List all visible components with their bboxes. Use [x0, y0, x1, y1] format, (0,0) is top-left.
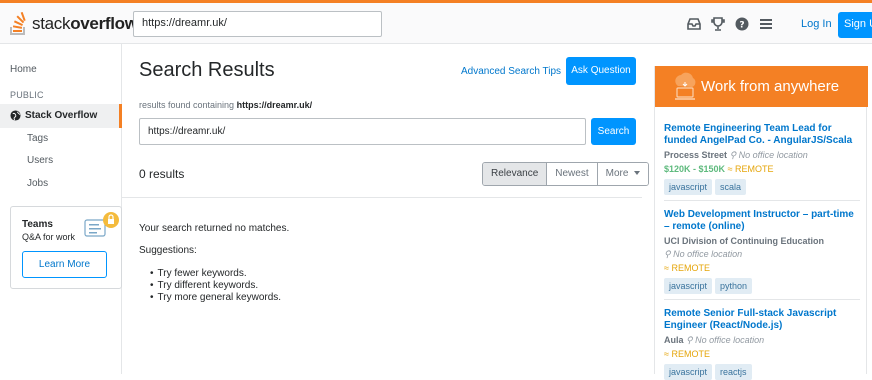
no-match-message: Your search returned no matches.	[139, 223, 290, 234]
teams-illustration-icon	[84, 212, 119, 237]
job-listing[interactable]: Web Development Instructor – part-time –…	[664, 209, 860, 294]
jobs-header-title: Work from anywhere	[701, 78, 840, 95]
sidebar-section-public: PUBLIC	[10, 90, 44, 100]
help-icon[interactable]: ?	[731, 15, 753, 33]
job-company: Aula ⚲ No office location	[664, 335, 765, 345]
job-meta: $120K - $150K ≈ REMOTE	[664, 164, 774, 174]
list-item: Try more general keywords.	[150, 292, 282, 304]
stack-overflow-logo-icon	[10, 12, 26, 35]
sidebar-item-tags[interactable]: Tags	[27, 133, 48, 144]
location-pin-icon: ⚲	[664, 249, 671, 259]
tag-javascript[interactable]: javascript	[664, 278, 713, 294]
remote-wifi-icon: ≈	[664, 349, 669, 359]
sidebar-item-jobs[interactable]: Jobs	[27, 178, 48, 189]
job-title[interactable]: Remote Engineering Team Lead for funded …	[664, 123, 860, 147]
job-tags: javascript python	[664, 278, 860, 294]
login-button[interactable]: Log In	[795, 14, 838, 36]
page-title: Search Results	[139, 59, 275, 81]
globe-icon	[10, 110, 21, 121]
tag-python[interactable]: python	[715, 278, 753, 294]
left-sidebar: Home PUBLIC Stack Overflow Tags Users Jo…	[0, 44, 122, 374]
job-meta: ≈ REMOTE	[664, 263, 710, 273]
job-tags: javascript reactjs	[664, 364, 860, 380]
ask-question-button[interactable]: Ask Question	[566, 57, 636, 85]
job-salary: $120K - $150K	[664, 164, 726, 174]
result-count: 0 results	[139, 167, 185, 181]
tab-more[interactable]: More	[596, 163, 649, 185]
teams-subtitle: Q&A for work	[22, 232, 76, 242]
search-button[interactable]: Search	[591, 118, 636, 145]
job-title[interactable]: Web Development Instructor – part-time –…	[664, 209, 860, 233]
job-company: Process Street ⚲ No office location	[664, 150, 808, 160]
logo-wordmark: stackoverflow	[32, 14, 138, 33]
location-pin-icon: ⚲	[729, 150, 737, 160]
inbox-icon[interactable]	[683, 15, 705, 33]
job-location: ⚲ No office location	[664, 249, 743, 259]
sidebar-item-stack-overflow[interactable]: Stack Overflow	[0, 104, 122, 128]
remote-work-icon	[675, 72, 696, 100]
suggestions-label: Suggestions:	[139, 245, 197, 256]
teams-title: Teams	[22, 219, 53, 230]
tag-reactjs[interactable]: reactjs	[715, 364, 752, 380]
search-input[interactable]: https://dreamr.uk/	[139, 118, 586, 145]
job-listing[interactable]: Remote Engineering Team Lead for funded …	[664, 123, 860, 195]
site-logo[interactable]: stackoverflow	[8, 10, 138, 38]
advanced-search-tips-link[interactable]: Advanced Search Tips	[461, 66, 561, 77]
sidebar-item-users[interactable]: Users	[27, 155, 53, 166]
job-listing[interactable]: Remote Senior Full-stack Javascript Engi…	[664, 308, 860, 380]
sidebar-item-label: Stack Overflow	[25, 110, 98, 121]
job-meta: ≈ REMOTE	[664, 349, 710, 359]
site-switcher-icon[interactable]	[755, 15, 777, 33]
location-pin-icon: ⚲	[686, 335, 693, 345]
tab-relevance[interactable]: Relevance	[483, 163, 547, 185]
sort-tabs: Relevance Newest More	[482, 162, 650, 186]
learn-more-button[interactable]: Learn More	[22, 251, 107, 278]
tab-newest[interactable]: Newest	[546, 163, 597, 185]
job-divider	[664, 299, 860, 300]
tag-javascript[interactable]: javascript	[664, 364, 713, 380]
tag-javascript[interactable]: javascript	[664, 179, 713, 195]
jobs-panel: Work from anywhere Remote Engineering Te…	[654, 66, 868, 380]
chevron-down-icon	[634, 171, 641, 176]
job-company: UCI Division of Continuing Education	[664, 236, 824, 246]
divider	[122, 197, 642, 198]
suggestions-list: Try fewer keywords. Try different keywor…	[150, 268, 282, 304]
svg-text:?: ?	[739, 21, 744, 31]
list-item: Try different keywords.	[150, 280, 281, 292]
achievements-icon[interactable]	[707, 15, 729, 33]
top-icons: ?	[683, 15, 779, 33]
top-bar: stackoverflow https://dreamr.uk/ ? Log I…	[0, 0, 872, 44]
results-found-text: results found containing https://dreamr.…	[139, 100, 313, 110]
list-item: Try fewer keywords.	[150, 268, 281, 280]
job-tags: javascript scala	[664, 179, 860, 195]
signup-button[interactable]: Sign Up	[838, 12, 872, 38]
teams-promo: Teams Q&A for work Learn More	[10, 206, 122, 289]
jobs-header[interactable]: Work from anywhere	[655, 66, 868, 107]
remote-wifi-icon: ≈	[727, 164, 733, 174]
top-search-input[interactable]: https://dreamr.uk/	[133, 11, 382, 37]
tag-scala[interactable]: scala	[715, 179, 747, 195]
remote-wifi-icon: ≈	[664, 263, 669, 273]
job-divider	[664, 200, 860, 201]
sidebar-item-home[interactable]: Home	[10, 64, 37, 75]
job-title[interactable]: Remote Senior Full-stack Javascript Engi…	[664, 308, 860, 332]
